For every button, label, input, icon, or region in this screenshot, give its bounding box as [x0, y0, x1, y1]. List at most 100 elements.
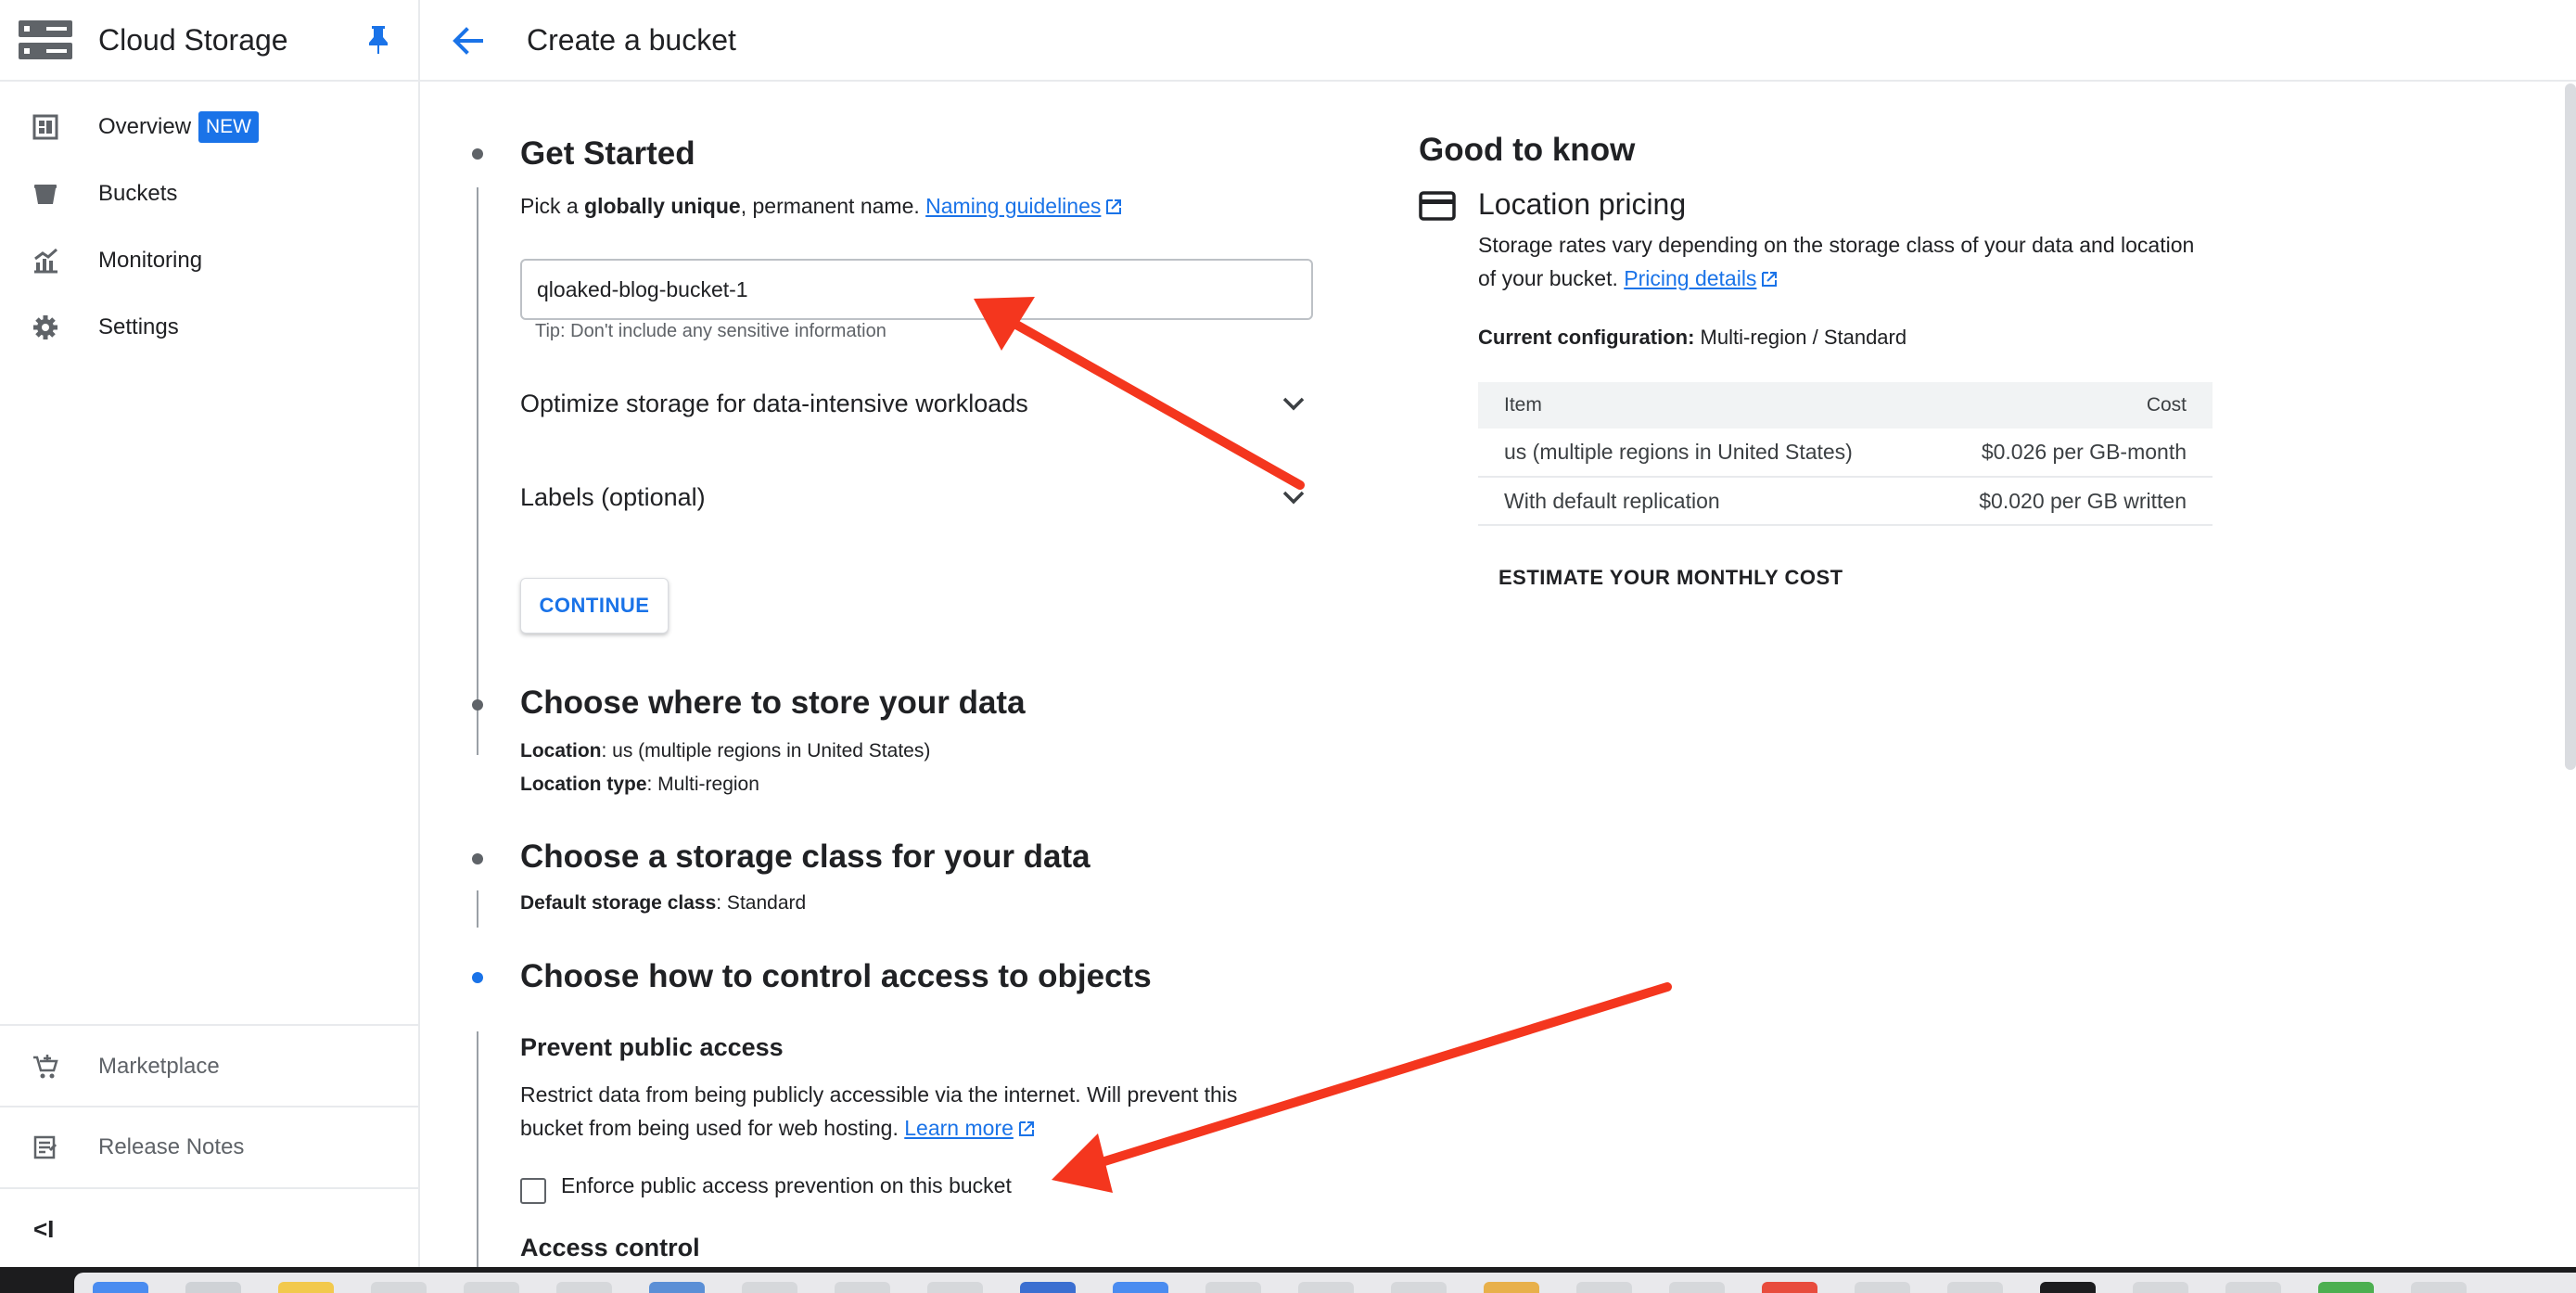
dock-app-icon[interactable]: [371, 1282, 427, 1293]
back-arrow-icon[interactable]: [450, 22, 487, 59]
external-link-icon: [1018, 1121, 1034, 1136]
config-key: Current configuration:: [1478, 326, 1695, 349]
access-control-heading: Access control: [520, 1234, 700, 1261]
pin-icon[interactable]: [365, 24, 391, 56]
sidebar-item-marketplace[interactable]: Marketplace: [0, 1036, 418, 1097]
dock-app-icon[interactable]: [1484, 1282, 1539, 1293]
summary-key: Location: [520, 740, 602, 762]
dock-app-icon[interactable]: [464, 1282, 519, 1293]
dock-app-icon[interactable]: [556, 1282, 612, 1293]
create-bucket-form: Get Started Pick a globally unique, perm…: [420, 83, 2576, 1267]
expander-label: Optimize storage for data-intensive work…: [520, 389, 1028, 417]
config-value: Multi-region / Standard: [1694, 326, 1907, 349]
desc-bold: globally unique: [584, 194, 741, 218]
pricing-details-link[interactable]: Pricing details: [1624, 266, 1779, 290]
credit-card-icon: [1419, 191, 1456, 221]
dock-app-icon[interactable]: [742, 1282, 797, 1293]
step-indicator: [472, 853, 483, 864]
dock-app-icon[interactable]: [1576, 1282, 1632, 1293]
table-cell-cost: $0.026 per GB-month: [1923, 429, 2213, 478]
dock-app-icon[interactable]: [1205, 1282, 1261, 1293]
summary-value: : Standard: [716, 892, 807, 914]
pricing-description-line2: of your bucket. Pricing details: [1478, 262, 1779, 295]
sidebar-item-release-notes[interactable]: Release Notes: [0, 1117, 418, 1178]
dock-app-icon[interactable]: [1020, 1282, 1076, 1293]
sidebar-header: Cloud Storage: [0, 0, 420, 82]
dock-app-icon[interactable]: [2133, 1282, 2188, 1293]
vertical-scrollbar[interactable]: [2565, 83, 2576, 770]
prevent-public-access-heading: Prevent public access: [520, 1033, 784, 1061]
dock-app-icon[interactable]: [835, 1282, 890, 1293]
sidebar-item-label: Release Notes: [98, 1134, 245, 1159]
desc-prefix: Pick a: [520, 194, 585, 218]
step-indicator: [472, 148, 483, 160]
good-to-know-title: Good to know: [1419, 132, 1636, 168]
step-title-location: Choose where to store your data: [520, 685, 1026, 721]
dock-app-icon[interactable]: [1947, 1282, 2003, 1293]
chevron-down-icon: [1282, 397, 1305, 411]
external-link-icon: [1762, 272, 1778, 287]
bucket-icon: [34, 185, 57, 204]
monitoring-chart-icon: [34, 248, 57, 274]
dock-app-icon[interactable]: [2040, 1282, 2096, 1293]
step-indicator: [472, 699, 483, 711]
link-text: Naming guidelines: [925, 194, 1102, 218]
sidebar-item-settings[interactable]: Settings: [0, 297, 418, 358]
optimize-storage-expander[interactable]: Optimize storage for data-intensive work…: [520, 378, 1313, 429]
dock-app-icon[interactable]: [1113, 1282, 1168, 1293]
pricing-description-line1: Storage rates vary depending on the stor…: [1478, 233, 2195, 257]
page-title: Create a bucket: [527, 23, 736, 57]
continue-button[interactable]: CONTINUE: [520, 578, 669, 634]
prevent-description-line1: Restrict data from being publicly access…: [520, 1082, 1238, 1107]
dock-app-icon[interactable]: [1298, 1282, 1354, 1293]
step-connector: [477, 1031, 478, 1267]
link-text: Pricing details: [1624, 266, 1757, 290]
sidebar-item-label: Buckets: [98, 181, 178, 206]
step-indicator-active: [472, 972, 483, 983]
dock-app-icon[interactable]: [2318, 1282, 2374, 1293]
dock-app-icon[interactable]: [2225, 1282, 2281, 1293]
collapse-sidebar-icon[interactable]: <I: [33, 1215, 54, 1244]
location-summary: Location: us (multiple regions in United…: [520, 735, 930, 768]
learn-more-link[interactable]: Learn more: [904, 1116, 1036, 1140]
estimate-monthly-cost-button[interactable]: ESTIMATE YOUR MONTHLY COST: [1498, 566, 1843, 590]
checkbox-label: Enforce public access prevention on this…: [561, 1173, 1012, 1197]
step-title-access: Choose how to control access to objects: [520, 958, 1152, 994]
step-title-get-started: Get Started: [520, 135, 695, 172]
dock-app-icon[interactable]: [1669, 1282, 1725, 1293]
dock-app-icon[interactable]: [1855, 1282, 1910, 1293]
sidebar-item-overview[interactable]: Overview NEW: [0, 96, 418, 158]
table-cell-cost: $0.020 per GB written: [1923, 477, 2213, 526]
desc-suffix: , permanent name.: [740, 194, 920, 218]
summary-value: : Multi-region: [646, 774, 759, 795]
summary-value: : us (multiple regions in United States): [601, 740, 931, 762]
sidebar-item-monitoring[interactable]: Monitoring: [0, 230, 418, 291]
bucket-name-input[interactable]: [520, 259, 1313, 320]
sidebar-item-label: Monitoring: [98, 248, 203, 273]
dock-app-icon[interactable]: [93, 1282, 148, 1293]
table-cell-item: With default replication: [1478, 477, 1924, 526]
dashboard-icon: [32, 114, 58, 140]
dock-app-icon[interactable]: [185, 1282, 241, 1293]
summary-key: Location type: [520, 774, 647, 795]
sidebar-divider: [0, 1187, 418, 1189]
dock-app-icon[interactable]: [278, 1282, 334, 1293]
sidebar: Cloud Storage Overview NEW Buckets Monit…: [0, 0, 420, 1267]
column-header-item: Item: [1478, 382, 1924, 429]
dock-app-icon[interactable]: [927, 1282, 983, 1293]
link-text: Learn more: [904, 1116, 1014, 1140]
dock-app-icon[interactable]: [1762, 1282, 1817, 1293]
dock-app-icon[interactable]: [1391, 1282, 1447, 1293]
table-header-row: Item Cost: [1478, 382, 2213, 429]
enforce-public-access-checkbox[interactable]: [520, 1178, 546, 1204]
dock-app-icon[interactable]: [2411, 1282, 2467, 1293]
expander-label: Labels (optional): [520, 482, 706, 511]
current-configuration: Current configuration: Multi-region / St…: [1478, 321, 1906, 354]
dock-app-icon[interactable]: [649, 1282, 705, 1293]
labels-expander[interactable]: Labels (optional): [520, 471, 1313, 523]
marketplace-cart-icon: [33, 1055, 58, 1079]
naming-guidelines-link[interactable]: Naming guidelines: [925, 194, 1123, 218]
sidebar-divider: [0, 1106, 418, 1107]
chevron-down-icon: [1282, 491, 1305, 505]
sidebar-item-buckets[interactable]: Buckets: [0, 163, 418, 224]
